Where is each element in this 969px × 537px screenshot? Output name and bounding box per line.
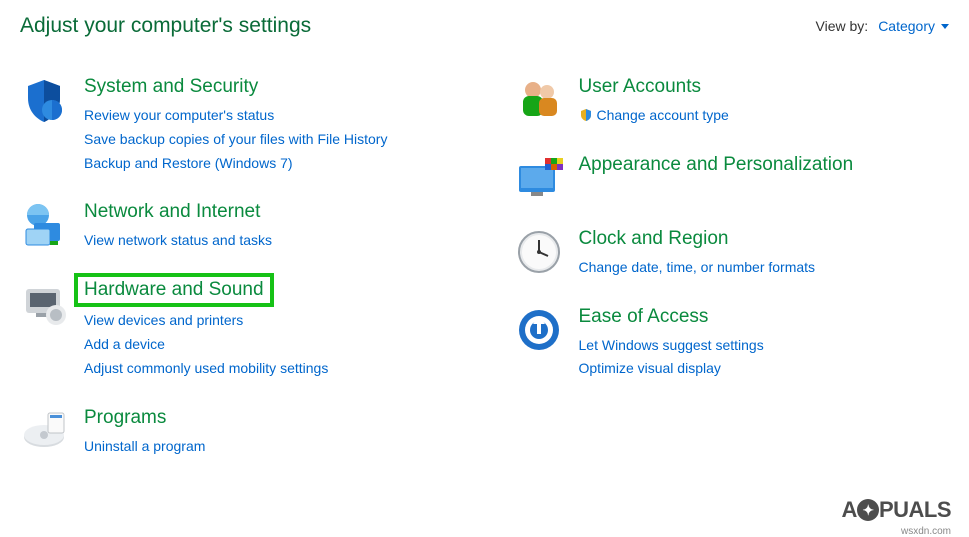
ease-icon bbox=[515, 306, 563, 354]
category-left-2: Hardware and SoundView devices and print… bbox=[20, 279, 455, 380]
category-right-2: Clock and Region Change date, time, or nu… bbox=[515, 228, 950, 280]
task-link[interactable]: Save backup copies of your files with Fi… bbox=[84, 128, 414, 152]
category-body: Programs Uninstall a program bbox=[84, 407, 455, 459]
chevron-down-icon bbox=[941, 24, 949, 29]
task-link-label: Change account type bbox=[597, 107, 729, 123]
watermark-sub: wsxdn.com bbox=[901, 526, 951, 537]
task-link[interactable]: Optimize visual display bbox=[579, 357, 909, 381]
appearance-icon bbox=[515, 154, 563, 202]
view-by-label: View by: bbox=[816, 18, 869, 34]
hardware-icon bbox=[20, 279, 68, 327]
category-right-1: Appearance and Personalization bbox=[515, 154, 950, 202]
category-left-1: Network and Internet View network status … bbox=[20, 201, 455, 253]
category-title-link[interactable]: System and Security bbox=[84, 76, 258, 98]
category-body: Clock and Region Change date, time, or nu… bbox=[579, 228, 950, 280]
task-link[interactable]: Let Windows suggest settings bbox=[579, 334, 909, 358]
uac-shield-icon bbox=[579, 108, 593, 122]
category-title-link[interactable]: User Accounts bbox=[579, 76, 702, 98]
category-left-3: Programs Uninstall a program bbox=[20, 407, 455, 459]
task-link[interactable]: Uninstall a program bbox=[84, 435, 414, 459]
category-body: System and Security Review your computer'… bbox=[84, 76, 455, 175]
view-by-container: View by: Category bbox=[816, 18, 949, 34]
category-body: Network and Internet View network status … bbox=[84, 201, 455, 253]
category-title-link[interactable]: Hardware and Sound bbox=[74, 273, 274, 307]
category-title-link[interactable]: Programs bbox=[84, 407, 166, 429]
category-right-3: Ease of Access Let Windows suggest settin… bbox=[515, 306, 950, 382]
category-body: Appearance and Personalization bbox=[579, 154, 950, 182]
category-title-link[interactable]: Appearance and Personalization bbox=[579, 154, 854, 176]
task-link[interactable]: View network status and tasks bbox=[84, 229, 414, 253]
task-link[interactable]: Change date, time, or number formats bbox=[579, 256, 909, 280]
category-body: Hardware and SoundView devices and print… bbox=[84, 279, 455, 380]
page-title: Adjust your computer's settings bbox=[20, 14, 311, 38]
task-link[interactable]: Backup and Restore (Windows 7) bbox=[84, 152, 414, 176]
category-title-link[interactable]: Ease of Access bbox=[579, 306, 709, 328]
task-link[interactable]: Review your computer's status bbox=[84, 104, 414, 128]
category-title-link[interactable]: Network and Internet bbox=[84, 201, 260, 223]
view-by-dropdown[interactable]: Category bbox=[878, 18, 949, 34]
programs-icon bbox=[20, 407, 68, 455]
users-icon bbox=[515, 76, 563, 124]
watermark-brand: A✦PUALS bbox=[842, 497, 951, 523]
category-title-link[interactable]: Clock and Region bbox=[579, 228, 729, 250]
task-link[interactable]: Change account type bbox=[579, 104, 909, 128]
network-icon bbox=[20, 201, 68, 249]
category-left-0: System and Security Review your computer'… bbox=[20, 76, 455, 175]
clock-icon bbox=[515, 228, 563, 276]
category-right-0: User Accounts Change account type bbox=[515, 76, 950, 128]
task-link[interactable]: Add a device bbox=[84, 333, 414, 357]
shield-icon bbox=[20, 76, 68, 124]
view-by-value-text: Category bbox=[878, 18, 935, 34]
category-body: Ease of Access Let Windows suggest settin… bbox=[579, 306, 950, 382]
task-link[interactable]: View devices and printers bbox=[84, 309, 414, 333]
task-link[interactable]: Adjust commonly used mobility settings bbox=[84, 357, 414, 381]
category-body: User Accounts Change account type bbox=[579, 76, 950, 128]
